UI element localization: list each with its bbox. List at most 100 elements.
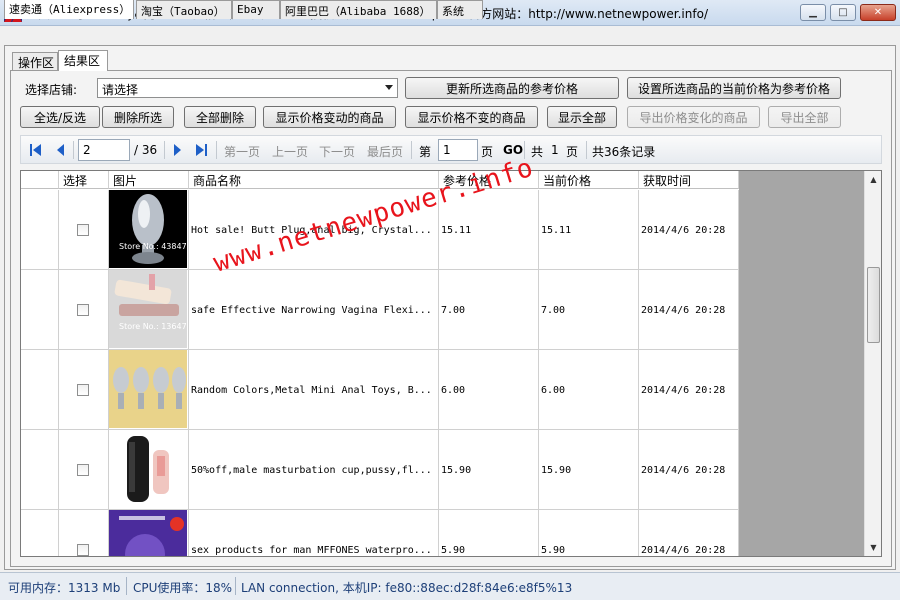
- row-checkbox[interactable]: [77, 544, 89, 556]
- fetch-time-cell[interactable]: 2014/4/6 20:28: [639, 510, 739, 556]
- fetch-time-cell[interactable]: 2014/4/6 20:28: [639, 350, 739, 430]
- row-checkbox[interactable]: [77, 224, 89, 236]
- minimize-button[interactable]: ▁: [800, 4, 826, 21]
- product-name-cell[interactable]: sex products for man MFFONES waterpro...: [189, 510, 439, 556]
- maximize-button[interactable]: □: [830, 4, 856, 21]
- tab-alibaba[interactable]: 阿里巴巴（Alibaba 1688）: [280, 0, 437, 19]
- ref-price-cell[interactable]: 7.00: [439, 270, 539, 350]
- last-page-link[interactable]: 最后页: [367, 143, 403, 160]
- row-header[interactable]: [21, 190, 59, 270]
- product-thumbnail[interactable]: Store No.: 438473: [109, 190, 187, 268]
- select-all-toggle-button[interactable]: 全选/反选: [20, 106, 100, 128]
- row-checkbox[interactable]: [77, 384, 89, 396]
- close-button[interactable]: ✕: [860, 4, 896, 21]
- export-changed-button[interactable]: 导出价格变化的商品: [627, 106, 760, 128]
- shop-select-label: 选择店铺:: [25, 83, 78, 97]
- column-header-select[interactable]: 选择: [59, 171, 109, 189]
- ref-price: 7.00: [441, 305, 466, 316]
- current-price-cell[interactable]: 15.11: [539, 190, 639, 270]
- row-header[interactable]: [21, 270, 59, 350]
- prev-page-link[interactable]: 上一页: [272, 143, 308, 160]
- row-checkbox[interactable]: [77, 304, 89, 316]
- tab-results-area[interactable]: 结果区: [58, 50, 108, 71]
- tab-aliexpress[interactable]: 速卖通（Aliexpress）: [4, 0, 134, 19]
- goto-suffix-label: 页: [481, 145, 494, 159]
- pager-divider: [411, 141, 412, 159]
- row-header[interactable]: [21, 350, 59, 430]
- goto-page-input[interactable]: 1: [438, 139, 478, 161]
- total-suffix-label: 页: [566, 145, 579, 159]
- scroll-down-icon[interactable]: ▼: [865, 539, 882, 556]
- product-name: Random Colors,Metal Mini Anal Toys, B...: [191, 385, 432, 396]
- fetch-time-cell[interactable]: 2014/4/6 20:28: [639, 430, 739, 510]
- show-unchanged-button[interactable]: 显示价格不变的商品: [405, 106, 538, 128]
- column-header-image[interactable]: 图片: [109, 171, 189, 189]
- current-price-cell[interactable]: 15.90: [539, 430, 639, 510]
- product-name: sex products for man MFFONES waterpro...: [191, 545, 432, 556]
- fetch-time: 2014/4/6 20:28: [641, 225, 726, 236]
- delete-all-button[interactable]: 全部删除: [184, 106, 256, 128]
- product-name-cell[interactable]: safe Effective Narrowing Vagina Flexi...: [189, 270, 439, 350]
- maximize-icon: □: [838, 7, 848, 18]
- select-cell: [59, 350, 109, 430]
- product-name-cell[interactable]: Random Colors,Metal Mini Anal Toys, B...: [189, 350, 439, 430]
- export-all-button[interactable]: 导出全部: [768, 106, 841, 128]
- go-button[interactable]: GO: [503, 143, 523, 157]
- tab-ebay[interactable]: Ebay: [232, 0, 280, 19]
- row-checkbox[interactable]: [77, 464, 89, 476]
- show-changed-button[interactable]: 显示价格变动的商品: [263, 106, 396, 128]
- delete-selected-button[interactable]: 删除所选: [102, 106, 174, 128]
- fetch-time: 2014/4/6 20:28: [641, 305, 726, 316]
- row-header-corner: [21, 171, 59, 189]
- row-header[interactable]: [21, 430, 59, 510]
- column-header-name[interactable]: 商品名称: [189, 171, 439, 189]
- first-page-icon[interactable]: [29, 143, 43, 157]
- product-name-cell[interactable]: 50%off,male masturbation cup,pussy,fl...: [189, 430, 439, 510]
- fetch-time-cell[interactable]: 2014/4/6 20:28: [639, 190, 739, 270]
- ref-price-cell[interactable]: 6.00: [439, 350, 539, 430]
- select-cell: [59, 270, 109, 350]
- tab-system[interactable]: 系统: [437, 0, 483, 19]
- scroll-up-icon[interactable]: ▲: [865, 171, 882, 188]
- current-price-cell[interactable]: 5.90: [539, 510, 639, 556]
- column-header-fetch-time[interactable]: 获取时间: [639, 171, 739, 189]
- product-thumbnail[interactable]: [109, 430, 187, 508]
- ref-price-cell[interactable]: 15.11: [439, 190, 539, 270]
- column-header-ref-price[interactable]: 参考价格: [439, 171, 539, 189]
- tab-taobao[interactable]: 淘宝（Taobao）: [136, 0, 232, 19]
- prev-page-icon[interactable]: [54, 143, 68, 157]
- current-price-cell[interactable]: 6.00: [539, 350, 639, 430]
- product-thumbnail[interactable]: [109, 350, 187, 428]
- status-network: LAN connection, 本机IP: fe80::88ec:d28f:84…: [241, 581, 573, 595]
- set-ref-price-button[interactable]: 设置所选商品的当前价格为参考价格: [627, 77, 841, 99]
- row-header[interactable]: [21, 510, 59, 556]
- ref-price-cell[interactable]: 5.90: [439, 510, 539, 556]
- product-name: 50%off,male masturbation cup,pussy,fl...: [191, 465, 432, 476]
- first-page-link[interactable]: 第一页: [224, 143, 260, 160]
- product-name: Hot sale! Butt Plug,anal big, Crystal...: [191, 225, 432, 236]
- current-page-input[interactable]: 2: [78, 139, 130, 161]
- column-header-current-price[interactable]: 当前价格: [539, 171, 639, 189]
- update-ref-price-button[interactable]: 更新所选商品的参考价格: [405, 77, 619, 99]
- close-icon: ✕: [873, 7, 883, 18]
- scrollbar-thumb[interactable]: [867, 267, 880, 343]
- product-name-cell[interactable]: Hot sale! Butt Plug,anal big, Crystal...: [189, 190, 439, 270]
- ref-price-cell[interactable]: 15.90: [439, 430, 539, 510]
- select-cell: [59, 430, 109, 510]
- pager-divider: [216, 141, 217, 159]
- show-all-button[interactable]: 显示全部: [547, 106, 617, 128]
- current-price: 15.90: [541, 465, 572, 476]
- fetch-time-cell[interactable]: 2014/4/6 20:28: [639, 270, 739, 350]
- pager-divider: [524, 141, 525, 159]
- current-price-cell[interactable]: 7.00: [539, 270, 639, 350]
- product-thumbnail[interactable]: [109, 510, 187, 556]
- fetch-time: 2014/4/6 20:28: [641, 545, 726, 556]
- last-page-icon[interactable]: [194, 143, 208, 157]
- next-page-link[interactable]: 下一页: [319, 143, 355, 160]
- thumbnail-store-caption: Store No.: 136473: [119, 322, 187, 331]
- grid-vertical-scrollbar[interactable]: ▲ ▼: [864, 171, 881, 556]
- tab-operation-area[interactable]: 操作区: [12, 52, 58, 70]
- product-thumbnail[interactable]: Store No.: 136473: [109, 270, 187, 348]
- shop-select-dropdown[interactable]: 请选择: [97, 78, 398, 98]
- next-page-icon[interactable]: [170, 143, 184, 157]
